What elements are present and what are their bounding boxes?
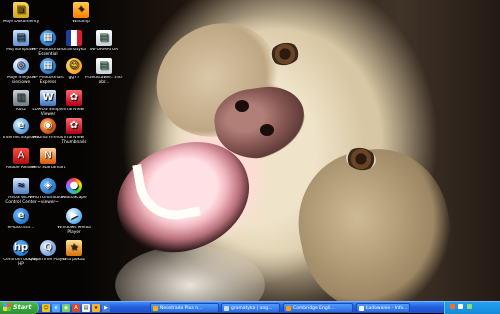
desktop-icon-irfanview-thumbnails[interactable]: ✿ IrfanView Thumbnails: [55, 118, 93, 154]
viewer-icon: W: [40, 90, 56, 106]
hp-icon: hp: [13, 240, 29, 256]
trash-icon: ▥: [13, 90, 29, 106]
windows-logo-icon: [3, 303, 11, 311]
flag-icon: [66, 30, 82, 46]
hp-icon: e: [13, 208, 29, 224]
quick-launch-icon[interactable]: A: [72, 304, 80, 312]
desktop-icon-windows-media-player[interactable]: ▶ Windows Media Player: [55, 208, 93, 244]
dog-nostril: [235, 100, 249, 112]
quick-launch-icon[interactable]: ▤: [82, 304, 90, 312]
folder-icon: [224, 306, 229, 311]
document-icon: ▤: [96, 58, 112, 74]
desktop: ▣ Moje Dokumenty ▤ Mój komputer ◎ Moje m…: [0, 0, 500, 301]
tray-icon[interactable]: [450, 304, 455, 309]
quick-launch-icon[interactable]: e: [52, 304, 60, 312]
firefox-icon: ◉: [40, 118, 56, 134]
irfanview-icon: ✿: [66, 90, 82, 106]
photoscape-icon: ●: [66, 178, 82, 194]
quick-launch-icon[interactable]: ▶: [102, 304, 110, 312]
quick-launch: ☺ e ◆ A ▤ ★ ▶: [42, 303, 110, 313]
taskbar-task[interactable]: Ładowanie - Info...: [356, 303, 410, 313]
taskbar-task[interactable]: Neostrada Plus n...: [150, 303, 219, 313]
tray-icon[interactable]: [466, 304, 472, 309]
games-icon: ★: [66, 240, 82, 256]
irfanview-icon: ✿: [66, 118, 82, 134]
network-icon: ◎: [13, 58, 29, 74]
gg-icon: ☺: [66, 58, 82, 74]
computer-icon: ▤: [13, 30, 29, 46]
quicktime-icon: Q: [40, 240, 56, 256]
quick-launch-icon[interactable]: ☺: [42, 304, 50, 312]
taskbar-task[interactable]: Cambridge Engli...: [283, 303, 353, 313]
media-player-icon: ▶: [66, 208, 82, 224]
document-icon: [359, 306, 364, 311]
quick-launch-icon[interactable]: ◆: [62, 304, 70, 312]
browser-icon: [286, 306, 291, 311]
system-tray: [444, 302, 500, 314]
nero-icon: N: [40, 148, 56, 164]
quick-launch-icon[interactable]: ★: [92, 304, 100, 312]
folder-icon: ▣: [13, 2, 29, 18]
document-icon: ▤: [96, 30, 112, 46]
dog-nostril: [260, 124, 274, 136]
winamp-icon: ✦: [73, 2, 89, 18]
camera-icon: ◈: [40, 178, 56, 194]
acrobat-icon: A: [13, 148, 29, 164]
taskbar: Start ☺ e ◆ A ▤ ★ ▶ Neostrada Plus n... …: [0, 301, 500, 314]
taskbar-task[interactable]: gramatyka | ang...: [221, 303, 280, 313]
hp-icon: ▦: [40, 30, 56, 46]
desktop-icon-gra-pokaz[interactable]: ★ Gra pokaz: [55, 240, 93, 276]
desktop-icon-przedstawienie[interactable]: ▤ Przedstawie...nich obr...: [85, 58, 123, 94]
hp-icon: ▦: [40, 58, 56, 74]
ie-icon: e: [13, 118, 29, 134]
start-button[interactable]: Start: [0, 302, 39, 314]
tray-icon[interactable]: [458, 304, 464, 309]
browser-icon: [153, 306, 158, 311]
wifi-icon: ≈: [13, 178, 29, 194]
dog-paw: [115, 245, 265, 301]
